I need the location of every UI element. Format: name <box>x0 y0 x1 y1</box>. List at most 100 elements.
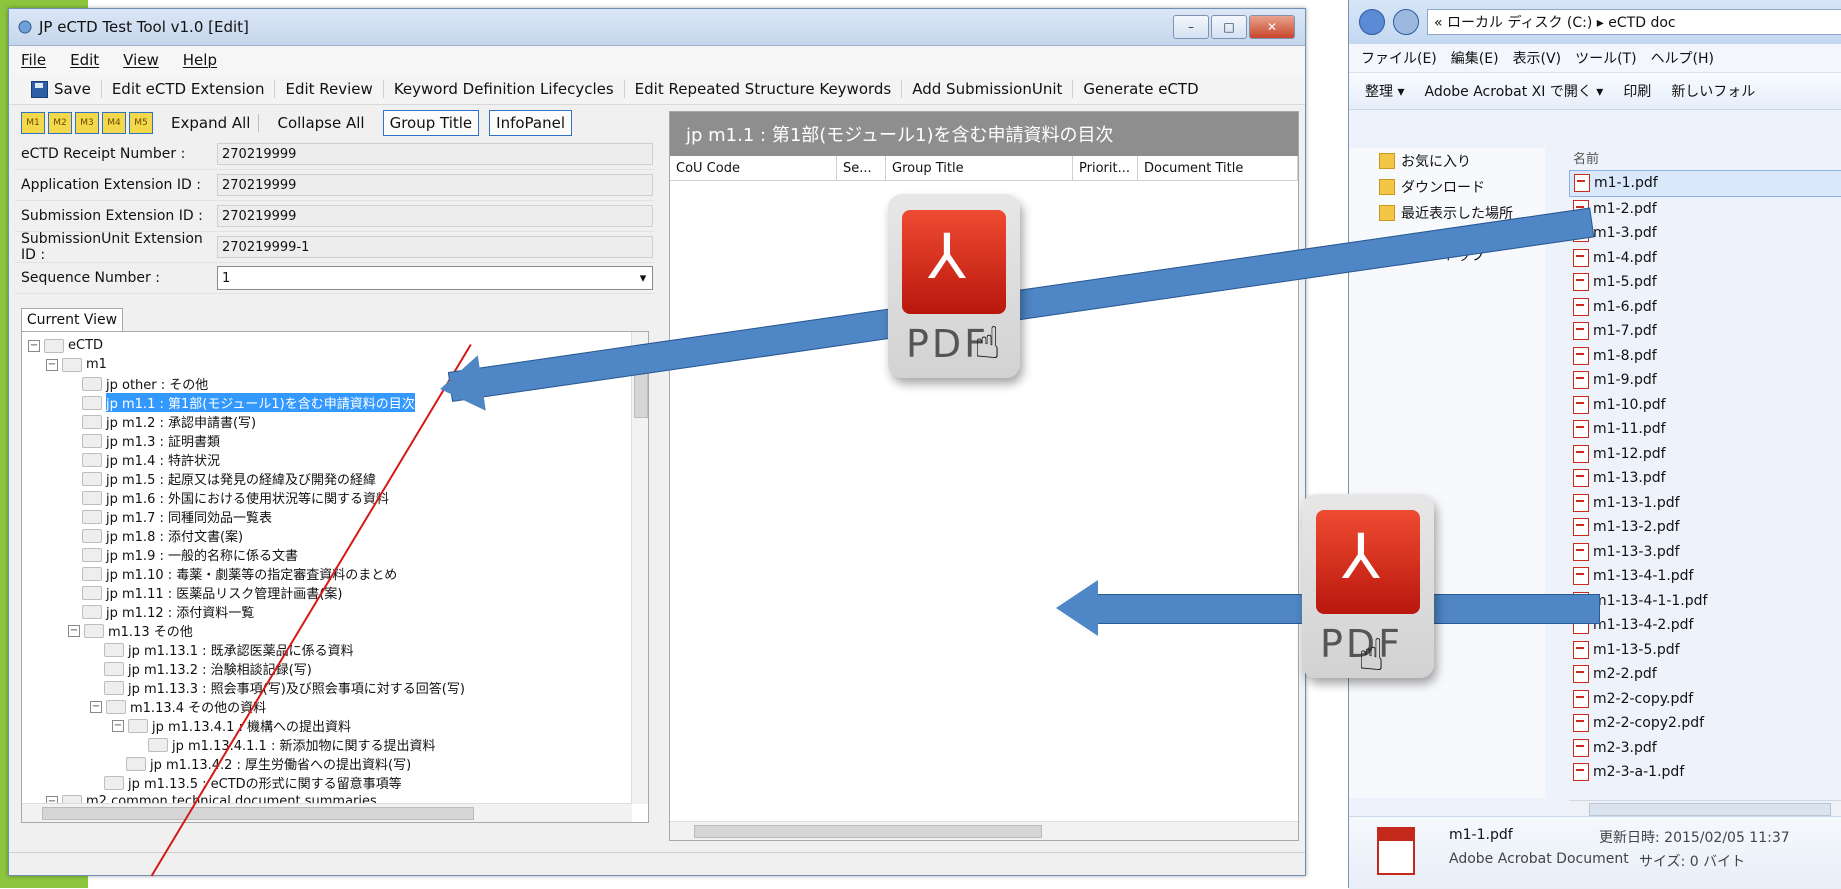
tree-node[interactable]: jp m1.5 : 起原又は発見の経緯及び開発の経緯 <box>28 469 628 488</box>
save-button[interactable]: Save <box>21 80 102 98</box>
tree-view[interactable]: − eCTD − m1 jp other : その他 jp m1.1 : 第1部(モジュー… <box>21 331 649 823</box>
infopanel-button[interactable]: InfoPanel <box>489 110 573 136</box>
file-item[interactable]: m1-13-4-2.pdf <box>1569 613 1841 638</box>
file-item[interactable]: m1-13-5.pdf <box>1569 638 1841 663</box>
tree-node[interactable]: jp m1.13.3 : 照会事項(写)及び照会事項に対する回答(写) <box>28 678 628 697</box>
tree-node[interactable]: − jp m1.13.4.1 : 機構への提出資料 <box>28 716 628 735</box>
tree-node[interactable]: jp m1.13.4.2 : 厚生労働省への提出資料(写) <box>28 754 628 773</box>
edit-review-button[interactable]: Edit Review <box>275 80 384 98</box>
group-title-button[interactable]: Group Title <box>382 110 480 136</box>
ex-menu-help[interactable]: ヘルプ(H) <box>1651 48 1714 68</box>
file-item[interactable]: m1-10.pdf <box>1569 393 1841 418</box>
tree-node[interactable]: jp m1.1 : 第1部(モジュール1)を含む申請資料の目次 <box>28 393 628 412</box>
file-item[interactable]: m1-5.pdf <box>1569 270 1841 295</box>
tree-node[interactable]: jp m1.13.2 : 治験相談記録(写) <box>28 659 628 678</box>
keyword-definition-lifecycles-button[interactable]: Keyword Definition Lifecycles <box>384 80 625 98</box>
tab-current-view[interactable]: Current View <box>21 308 123 331</box>
ex-menu-tools[interactable]: ツール(T) <box>1575 48 1636 68</box>
vertical-scrollbar[interactable] <box>631 332 648 804</box>
ex-menu-view[interactable]: 表示(V) <box>1513 48 1562 68</box>
back-icon[interactable] <box>1359 9 1385 35</box>
application-extension-field[interactable]: 270219999 <box>217 174 653 196</box>
file-item[interactable]: m1-13-3.pdf <box>1569 540 1841 565</box>
tree-toggle-icon[interactable]: − <box>112 719 124 732</box>
tree-node[interactable]: jp m1.11 : 医薬品リスク管理計画書(案) <box>28 583 628 602</box>
organize-button[interactable]: 整理 ▾ <box>1365 81 1404 101</box>
minimize-button[interactable]: – <box>1173 15 1209 39</box>
open-with-acrobat-button[interactable]: Adobe Acrobat XI で開く ▾ <box>1424 81 1603 101</box>
tree-node[interactable]: jp m1.13.4.1.1 : 新添加物に関する提出資料 <box>28 735 628 754</box>
file-item[interactable]: m1-8.pdf <box>1569 344 1841 369</box>
file-item[interactable]: m1-11.pdf <box>1569 417 1841 442</box>
menu-file[interactable]: File <box>21 51 46 69</box>
add-submissionunit-button[interactable]: Add SubmissionUnit <box>902 80 1074 98</box>
file-item[interactable]: m2-3.pdf <box>1569 736 1841 761</box>
col-group-title[interactable]: Group Title <box>886 156 1073 180</box>
tree-toggle-icon[interactable]: − <box>28 339 40 352</box>
col-sequence[interactable]: Se... <box>837 156 886 180</box>
tree-toggle-icon[interactable]: − <box>46 358 58 371</box>
file-item[interactable]: m1-13-4-1.pdf <box>1569 564 1841 589</box>
menu-edit[interactable]: Edit <box>70 51 99 69</box>
expand-all-button[interactable]: Expand All <box>163 114 260 132</box>
column-name[interactable]: 名前 <box>1569 148 1841 170</box>
nav-downloads[interactable]: ダウンロード <box>1349 174 1545 200</box>
tree-node[interactable]: jp m1.13.5 : eCTDの形式に関する留意事項等 <box>28 773 628 792</box>
file-item[interactable]: m1-7.pdf <box>1569 319 1841 344</box>
module-m3-button[interactable]: M3 <box>75 112 99 134</box>
nav-favorites[interactable]: お気に入り <box>1349 148 1545 174</box>
tree-node[interactable]: − m1.13.4 その他の資料 <box>28 697 628 716</box>
sequence-number-select[interactable]: 1 ▾ <box>217 266 653 290</box>
tree-node[interactable]: jp m1.9 : 一般的名称に係る文書 <box>28 545 628 564</box>
file-item[interactable]: m1-13-2.pdf <box>1569 515 1841 540</box>
tree-node[interactable]: − eCTD <box>28 336 628 355</box>
tree-node[interactable]: jp m1.4 : 特許状況 <box>28 450 628 469</box>
horizontal-scrollbar[interactable] <box>22 803 632 822</box>
file-list-scrollbar[interactable] <box>1569 800 1841 817</box>
forward-icon[interactable] <box>1393 9 1419 35</box>
tree-node[interactable]: jp m1.8 : 添付文書(案) <box>28 526 628 545</box>
file-item[interactable]: m1-2.pdf <box>1569 197 1841 222</box>
file-item[interactable]: m2-2-copy.pdf <box>1569 687 1841 712</box>
tree-node[interactable]: jp m1.7 : 同種同効品一覧表 <box>28 507 628 526</box>
file-item[interactable]: m1-13-1.pdf <box>1569 491 1841 516</box>
new-folder-button[interactable]: 新しいフォル <box>1671 81 1755 101</box>
tree-node[interactable]: jp m1.3 : 証明書類 <box>28 431 628 450</box>
ex-menu-file[interactable]: ファイル(E) <box>1361 48 1437 68</box>
col-document-title[interactable]: Document Title <box>1138 156 1298 180</box>
receipt-number-field[interactable]: 270219999 <box>217 143 653 165</box>
file-item[interactable]: m1-12.pdf <box>1569 442 1841 467</box>
module-m5-button[interactable]: M5 <box>129 112 153 134</box>
tree-toggle-icon[interactable]: − <box>68 624 80 637</box>
edit-repeated-structure-keywords-button[interactable]: Edit Repeated Structure Keywords <box>625 80 903 98</box>
file-item[interactable]: m1-9.pdf <box>1569 368 1841 393</box>
print-button[interactable]: 印刷 <box>1623 81 1651 101</box>
file-item[interactable]: m1-1.pdf <box>1569 170 1841 197</box>
col-priority[interactable]: Priorit... <box>1073 156 1138 180</box>
menu-help[interactable]: Help <box>183 51 217 69</box>
module-m1-button[interactable]: M1 <box>21 112 45 134</box>
module-m4-button[interactable]: M4 <box>102 112 126 134</box>
tree-node[interactable]: − m1.13 その他 <box>28 621 628 640</box>
file-item[interactable]: m2-2.pdf <box>1569 662 1841 687</box>
tree-node[interactable]: jp m1.13.1 : 既承認医薬品に係る資料 <box>28 640 628 659</box>
tree-toggle-icon[interactable]: − <box>90 700 102 713</box>
file-item[interactable]: m2-3-a-1.pdf <box>1569 760 1841 785</box>
menu-view[interactable]: View <box>123 51 159 69</box>
titlebar[interactable]: JP eCTD Test Tool v1.0 [Edit] – □ ✕ <box>9 9 1305 46</box>
generate-ectd-button[interactable]: Generate eCTD <box>1073 80 1208 98</box>
address-field[interactable]: « ローカル ディスク (C:) ▸ eCTD doc <box>1427 9 1841 35</box>
close-button[interactable]: ✕ <box>1249 15 1295 39</box>
tree-node[interactable]: jp m1.2 : 承認申請書(写) <box>28 412 628 431</box>
file-item[interactable]: m1-6.pdf <box>1569 295 1841 320</box>
tree-node[interactable]: jp m1.12 : 添付資料一覧 <box>28 602 628 621</box>
file-item[interactable]: m1-13-4-1-1.pdf <box>1569 589 1841 614</box>
file-item[interactable]: m1-4.pdf <box>1569 246 1841 271</box>
collapse-all-button[interactable]: Collapse All <box>269 114 372 132</box>
ex-menu-edit[interactable]: 編集(E) <box>1451 48 1499 68</box>
module-m2-button[interactable]: M2 <box>48 112 72 134</box>
file-item[interactable]: m1-13.pdf <box>1569 466 1841 491</box>
submissionunit-extension-field[interactable]: 270219999-1 <box>217 236 653 258</box>
file-item[interactable]: m1-3.pdf <box>1569 221 1841 246</box>
maximize-button[interactable]: □ <box>1211 15 1247 39</box>
